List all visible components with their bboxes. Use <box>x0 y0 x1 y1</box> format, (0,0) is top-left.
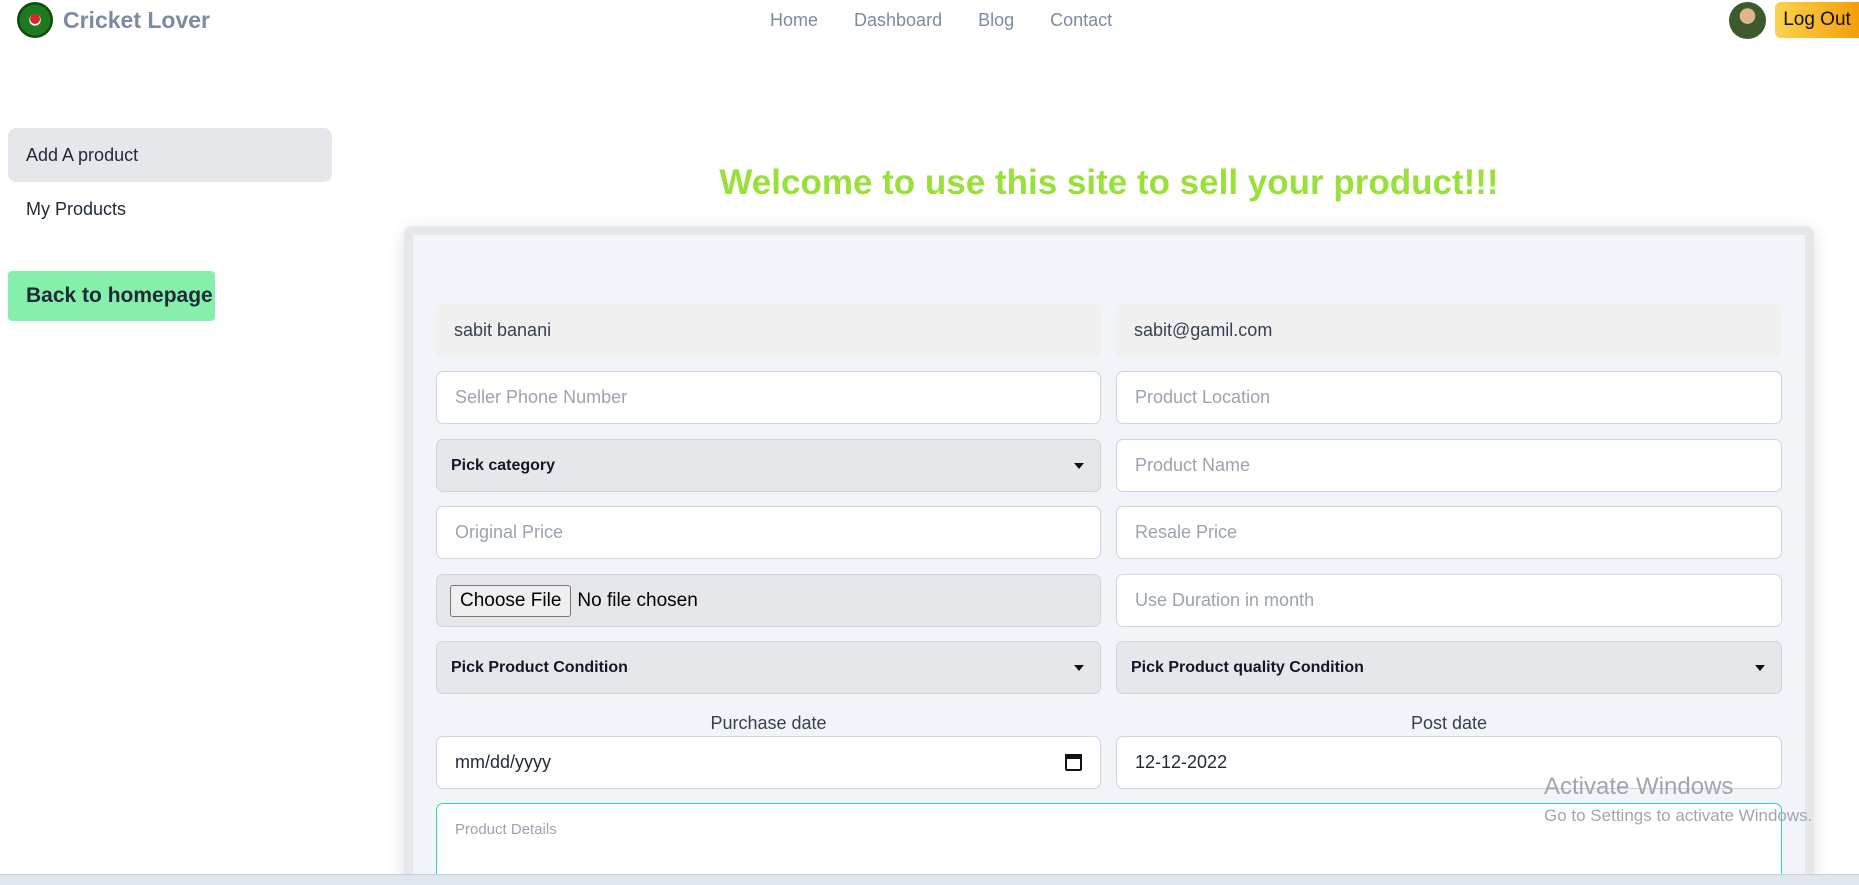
chevron-down-icon <box>1755 664 1765 671</box>
activate-windows-watermark: Activate Windows Go to Settings to activ… <box>1544 773 1812 826</box>
brand-name: Cricket Lover <box>63 6 211 33</box>
navbar: Cricket Lover Home Dashboard Blog Contac… <box>0 0 1859 44</box>
nav-link-blog[interactable]: Blog <box>978 10 1014 31</box>
watermark-title: Activate Windows <box>1544 773 1734 800</box>
product-image-file-input[interactable]: Choose File No file chosen <box>436 574 1101 627</box>
original-price-input[interactable] <box>436 506 1101 559</box>
quality-condition-value: Pick Product quality Condition <box>1131 658 1364 676</box>
product-details-placeholder: Product Details <box>455 821 557 838</box>
sidebar-item-my-products[interactable]: My Products <box>8 182 332 236</box>
cricket-logo-icon <box>17 2 53 38</box>
seller-phone-input[interactable] <box>436 371 1101 424</box>
product-name-input[interactable] <box>1116 439 1782 492</box>
seller-email-field[interactable]: sabit@gamil.com <box>1116 304 1782 357</box>
purchase-date-label: Purchase date <box>710 713 827 733</box>
post-date-label: Post date <box>1410 713 1488 733</box>
resale-price-input[interactable] <box>1116 506 1782 559</box>
category-select[interactable]: Pick category <box>436 439 1101 492</box>
seller-name-field[interactable]: sabit banani <box>436 304 1101 357</box>
calendar-icon[interactable] <box>1065 754 1082 771</box>
seller-email-value: sabit@gamil.com <box>1134 320 1273 340</box>
chevron-down-icon <box>1074 664 1084 671</box>
page-title: Welcome to use this site to sell your pr… <box>719 163 1499 202</box>
taskbar-edge <box>0 874 1859 885</box>
purchase-date-input[interactable]: mm/dd/yyyy <box>436 736 1101 789</box>
choose-file-button[interactable]: Choose File <box>450 584 572 617</box>
user-avatar[interactable] <box>1729 2 1766 39</box>
sidebar-item-add-product[interactable]: Add A product <box>8 128 332 182</box>
logout-button[interactable]: Log Out <box>1775 2 1859 38</box>
watermark-subtitle: Go to Settings to activate Windows. <box>1544 806 1813 825</box>
product-location-input[interactable] <box>1116 371 1782 424</box>
seller-name-value: sabit banani <box>454 320 552 340</box>
post-date-value: 12-12-2022 <box>1135 752 1228 772</box>
purchase-date-value: mm/dd/yyyy <box>455 752 552 772</box>
product-condition-select[interactable]: Pick Product Condition <box>436 641 1101 694</box>
file-status-text: No file chosen <box>577 589 698 611</box>
use-duration-input[interactable] <box>1116 574 1782 627</box>
quality-condition-select[interactable]: Pick Product quality Condition <box>1116 641 1782 694</box>
brand[interactable]: Cricket Lover <box>17 2 210 38</box>
nav-link-dashboard[interactable]: Dashboard <box>854 10 942 31</box>
chevron-down-icon <box>1074 462 1084 469</box>
nav-links: Home Dashboard Blog Contact <box>770 10 1112 31</box>
back-to-homepage-button[interactable]: Back to homepage <box>8 271 215 321</box>
product-condition-value: Pick Product Condition <box>451 658 628 676</box>
nav-link-home[interactable]: Home <box>770 10 818 31</box>
nav-link-contact[interactable]: Contact <box>1050 10 1112 31</box>
category-select-value: Pick category <box>451 456 556 474</box>
